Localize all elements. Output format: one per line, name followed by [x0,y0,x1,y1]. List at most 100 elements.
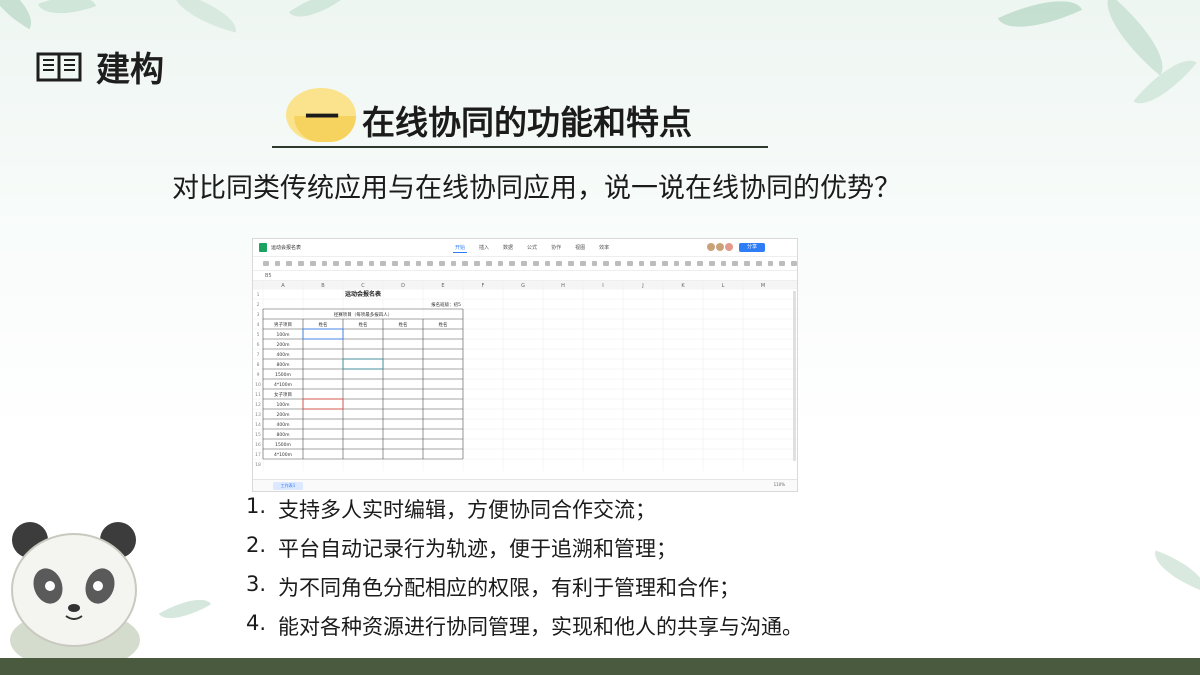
row-number: 8 [257,362,260,368]
toolbar-icon [403,261,410,266]
row-number: 9 [257,372,260,378]
row-number: 4 [257,322,260,328]
table-header-cell: 姓名 [399,321,408,328]
toolbar-icon [732,261,739,266]
toolbar-icon [661,261,668,266]
column-header-band [253,281,797,289]
row-number: 2 [257,302,260,308]
event-cell: 4*100m [274,452,292,458]
toolbar-icon [509,261,516,266]
event-cell: 1500m [275,442,291,448]
sheet-menu-item: 效率 [599,245,610,251]
collaborator-avatars [707,243,733,251]
sheet-menu-item: 开始 [453,245,468,253]
row-number: 16 [255,442,261,448]
toolbar-icon [755,261,762,266]
table-header-cell: 男子项目 [274,321,292,328]
toolbar-icon [603,261,610,266]
advantage-number: 3. [246,572,267,596]
event-cell: 1500m [275,372,291,378]
toolbar-icon [474,261,480,266]
toolbar-icon [591,261,598,266]
share-button: 分享 [739,243,765,252]
event-cell: 100m [277,332,290,338]
toolbar-icon [791,261,797,266]
column-header: L [722,283,725,289]
group-label: 径赛项目（每项最多报四人） [334,311,393,318]
panda-illustration [10,522,140,660]
sheet-tab: 工作表1 [273,482,303,490]
row-number: 11 [255,392,261,398]
advantage-number: 2. [246,533,267,557]
row-number: 12 [255,402,261,408]
sheet-doc-icon [259,243,267,252]
toolbar-icon [579,261,586,266]
toolbar-icon [568,261,574,266]
sheet-menu-item: 数据 [503,245,514,251]
toolbar-icon [673,261,680,266]
advantage-text: 支持多人实时编辑，方便协同合作交流； [278,498,656,522]
toolbar-icon [392,261,398,266]
table-header-cell: 姓名 [319,321,328,328]
leaf-decoration [997,0,1083,44]
event-cell: 200m [277,342,290,348]
row-number: 1 [257,292,260,298]
heading: 一 在线协同的功能和特点 [272,82,768,148]
question-text: 对比同类传统应用与在线协同应用，说一说在线协同的优势？ [172,173,901,204]
leaf-decoration [37,0,97,25]
leaf-decoration [288,0,342,29]
sheet-grid: A B C D E F G H I J K L M123456789101112131415161718… [253,281,797,471]
sheet-menu-item: 公式 [527,245,538,251]
toolbar-icon [380,261,387,266]
advantage-number: 4. [246,611,267,635]
event-cell: 800m [277,432,290,438]
toolbar-icon [532,261,539,266]
row-number: 5 [257,332,260,338]
advantage-item: 4. 能对各种资源进行协同管理，实现和他人的共享与沟通。 [246,611,803,650]
event-cell: 200m [277,412,290,418]
toolbar-icon [485,261,492,266]
toolbar-icon [521,261,527,266]
sheet-menu-item: 协作 [551,245,562,251]
row-number: 3 [257,312,260,318]
heading-number: 一 [305,98,339,138]
row-number: 17 [255,452,261,458]
advantage-item: 3. 为不同角色分配相应的权限，有利于管理和合作； [246,572,803,611]
toolbar-icon [427,261,434,266]
sheet-titlebar: 运动会报名表 开始 插入 数据 公式 协作 视图 效率 分享 [253,239,797,257]
section-label: 建构 [96,50,164,90]
column-header: J [641,283,643,289]
toolbar-icon [556,261,563,266]
selected-cell [302,328,344,340]
toolbar-icon [263,261,269,266]
toolbar-icon [345,261,351,266]
collaborator-cursor-cell [302,398,344,410]
heading-title: 在线协同的功能和特点 [362,103,692,142]
zoom-level: 110% [773,482,785,487]
sheet-menu-item: 插入 [479,245,490,251]
advantage-number: 1. [246,494,267,518]
toolbar-icon [286,261,293,266]
advantage-text: 为不同角色分配相应的权限，有利于管理和合作； [278,576,740,600]
event-cell: 400m [277,352,290,358]
collaborator-cursor-cell [342,358,384,370]
toolbar-icon [779,261,786,266]
advantage-list: 1. 支持多人实时编辑，方便协同合作交流； 2. 平台自动记录行为轨迹，便于追溯和管理… [246,494,803,650]
column-header: G [521,283,525,289]
column-header: E [441,283,444,289]
toolbar-icon [497,261,504,266]
row-number: 18 [255,462,261,468]
toolbar-icon [356,261,363,266]
sheet-toolbar [253,257,797,271]
bottom-bar [0,658,1200,675]
row-number: 13 [255,412,261,418]
toolbar-icon [462,261,469,266]
advantage-item: 1. 支持多人实时编辑，方便协同合作交流； [246,494,803,533]
column-header: H [561,283,565,289]
toolbar-icon [309,261,316,266]
book-icon [36,52,82,81]
toolbar-icon [321,261,328,266]
toolbar-icon [439,261,445,266]
table-header-cell: 姓名 [359,321,368,328]
vertical-scrollbar [793,291,796,461]
